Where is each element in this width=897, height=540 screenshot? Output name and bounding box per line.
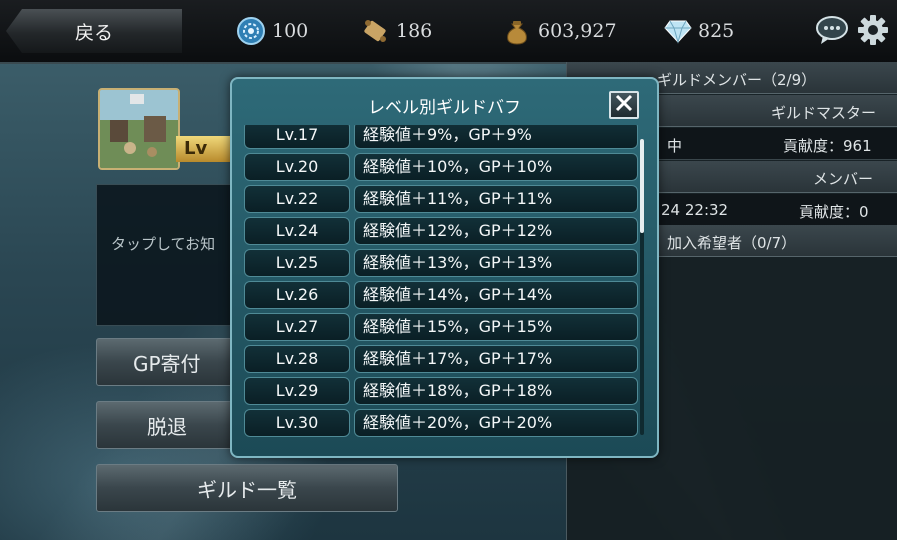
level-cell: Lv.26 [244,281,350,309]
list-item: Lv.29 経験値＋18%，GP＋18% [244,377,640,405]
money-count: 603,927 [538,20,617,42]
scrollbar-thumb[interactable] [640,139,644,233]
close-button[interactable] [609,91,639,119]
back-button-label: 戻る [74,21,113,44]
list-item: Lv.28 経験値＋17%，GP＋17% [244,345,640,373]
applicants-header-label: 加入希望者（0/7） [667,234,797,252]
buff-cell: 経験値＋18%，GP＋18% [354,377,638,405]
list-item: Lv.22 経験値＋11%，GP＋11% [244,185,640,213]
speech-bubble-icon [815,16,849,50]
master-role-label: ギルドマスター [771,104,877,122]
crystal-counter: 100 [236,16,308,46]
members-header-label: ギルドメンバー（2/9） [657,71,817,89]
list-item: Lv.30 経験値＋20%，GP＋20% [244,409,640,437]
buff-cell: 経験値＋11%，GP＋11% [354,185,638,213]
buff-cell: 経験値＋13%，GP＋13% [354,249,638,277]
leave-guild-label: 脱退 [147,414,187,439]
buff-cell: 経験値＋15%，GP＋15% [354,313,638,341]
back-button[interactable]: 戻る [6,9,182,53]
member-role-label: メンバー [813,170,874,188]
member-login-time: 24 22:32 [661,201,729,219]
settings-button[interactable] [857,14,889,50]
buff-cell: 経験値＋12%，GP＋12% [354,217,638,245]
scroll-icon [360,16,390,46]
diamond-counter: 825 [664,16,734,46]
buff-cell: 経験値＋9%，GP＋9% [354,125,638,149]
level-cell: Lv.20 [244,153,350,181]
guild-card[interactable]: Lv [98,88,256,170]
level-cell: Lv.29 [244,377,350,405]
level-cell: Lv.25 [244,249,350,277]
level-cell: Lv.28 [244,345,350,373]
list-item: Lv.20 経験値＋10%，GP＋10% [244,153,640,181]
guild-list-label: ギルド一覧 [197,477,297,502]
master-status: 中 [667,137,683,155]
buff-cell: 経験値＋14%，GP＋14% [354,281,638,309]
guild-notice-box[interactable]: タップしてお知 [96,184,238,326]
master-contribution: 貢献度：961 [783,137,872,155]
member-contribution: 貢献度：0 [799,203,869,221]
list-item: Lv.17 経験値＋9%，GP＋9% [244,125,640,149]
level-cell: Lv.27 [244,313,350,341]
list-item: Lv.24 経験値＋12%，GP＋12% [244,217,640,245]
list-item: Lv.26 経験値＋14%，GP＋14% [244,281,640,309]
notice-placeholder: タップしてお知 [111,235,216,253]
money-bag-icon [502,16,532,46]
guild-list-button[interactable]: ギルド一覧 [96,464,398,512]
buff-cell: 経験値＋17%，GP＋17% [354,345,638,373]
gp-donate-label: GP寄付 [133,351,201,376]
level-cell: Lv.30 [244,409,350,437]
scroll-count: 186 [396,20,433,42]
gear-icon [857,15,889,50]
list-item: Lv.25 経験値＋13%，GP＋13% [244,249,640,277]
crystal-count: 100 [272,20,309,42]
top-bar: 戻る 100 186 603,927 825 [0,0,897,64]
list-item: Lv.27 経験値＋15%，GP＋15% [244,313,640,341]
dialog-title: レベル別ギルドバフ [368,98,521,118]
guild-buff-dialog: レベル別ギルドバフ Lv.17 経験値＋9%，GP＋9% Lv.20 経験値＋1… [230,77,659,458]
money-counter: 603,927 [502,16,617,46]
chat-button[interactable] [815,14,849,50]
buff-list[interactable]: Lv.17 経験値＋9%，GP＋9% Lv.20 経験値＋10%，GP＋10% … [244,125,640,441]
list-scrollbar[interactable] [640,139,644,435]
diamond-count: 825 [698,20,735,42]
diamond-icon [664,18,692,44]
close-icon [614,93,634,117]
level-cell: Lv.17 [244,125,350,149]
scroll-counter: 186 [360,16,432,46]
buff-cell: 経験値＋20%，GP＋20% [354,409,638,437]
level-cell: Lv.22 [244,185,350,213]
buff-cell: 経験値＋10%，GP＋10% [354,153,638,181]
crystal-orb-icon [236,16,266,46]
guild-emblem [98,88,180,170]
level-cell: Lv.24 [244,217,350,245]
